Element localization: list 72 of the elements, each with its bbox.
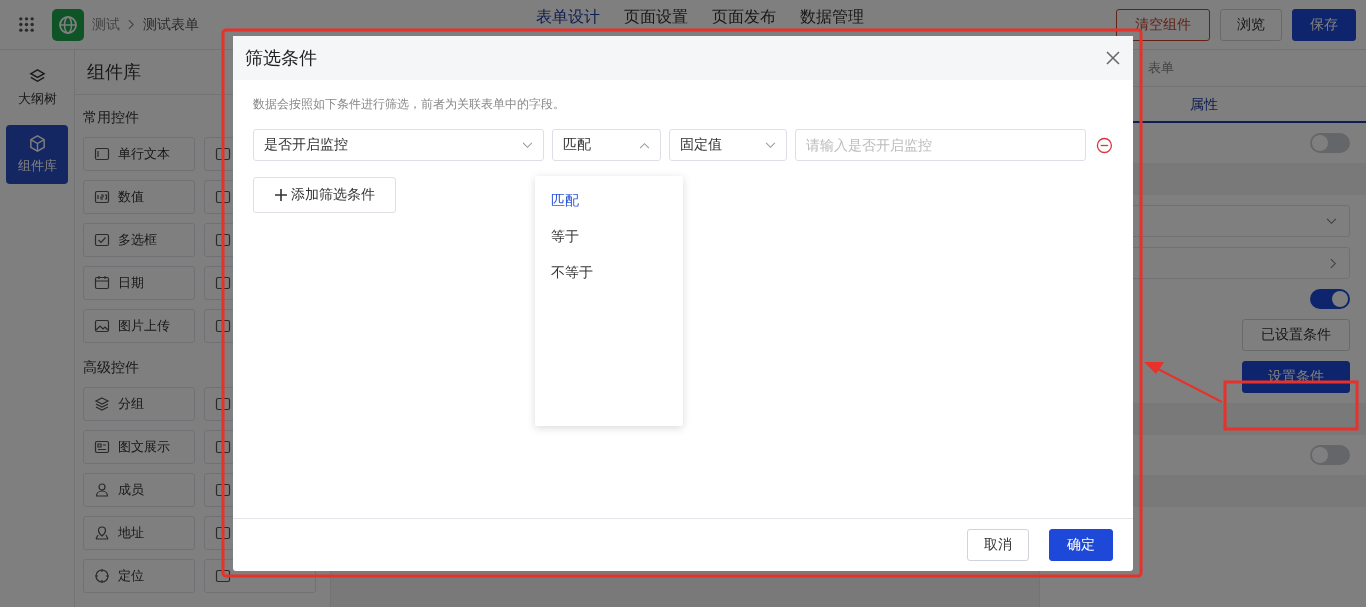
component-icon xyxy=(215,568,231,584)
component-item[interactable]: 分组 xyxy=(83,387,195,421)
nav-tab[interactable]: 数据管理 xyxy=(800,8,864,26)
component-icon xyxy=(215,439,231,455)
breadcrumb-item[interactable]: 测试 xyxy=(92,15,120,34)
nav-tab[interactable]: 页面发布 xyxy=(712,8,776,26)
group-title: 高级控件 xyxy=(83,359,140,377)
component-item[interactable]: 图片上传 xyxy=(83,309,195,343)
group-title: 常用控件 xyxy=(83,109,140,127)
card-icon xyxy=(94,439,110,455)
field-select[interactable]: 是否开启监控 xyxy=(253,129,544,161)
component-icon xyxy=(215,275,231,291)
component-icon xyxy=(215,189,231,205)
component-icon xyxy=(215,396,231,412)
dropdown-option[interactable]: 匹配 xyxy=(535,182,683,218)
save-button[interactable]: 保存 xyxy=(1292,8,1356,41)
component-item[interactable]: 图文展示 xyxy=(83,430,195,464)
target-icon xyxy=(94,568,110,584)
preview-button[interactable]: 浏览 xyxy=(1220,8,1282,41)
component-icon xyxy=(215,525,231,541)
image-icon xyxy=(94,318,110,334)
component-icon xyxy=(215,232,231,248)
cancel-button[interactable]: 取消 xyxy=(967,529,1029,561)
close-icon[interactable] xyxy=(1105,50,1121,66)
check-icon xyxy=(94,232,110,248)
chevron-down-icon xyxy=(765,141,777,149)
toggle-switch[interactable] xyxy=(1310,133,1350,153)
date-icon xyxy=(94,275,110,291)
layers-icon xyxy=(94,396,110,412)
component-item[interactable]: 定位 xyxy=(83,559,195,593)
input-icon xyxy=(94,146,110,162)
component-icon xyxy=(215,146,231,162)
component-icon xyxy=(215,318,231,334)
plus-icon xyxy=(274,189,287,201)
component-item[interactable]: 成员 xyxy=(83,473,195,507)
user-icon xyxy=(94,482,110,498)
operator-select[interactable]: 匹配 xyxy=(551,129,661,161)
component-item[interactable]: 数值 xyxy=(83,180,195,214)
chevron-up-icon xyxy=(638,141,650,149)
dropdown-option[interactable]: 等于 xyxy=(535,218,683,254)
toggle-switch[interactable] xyxy=(1310,289,1350,309)
component-item[interactable]: 单行文本 xyxy=(83,137,195,171)
dialog-title: 筛选条件 xyxy=(245,47,317,70)
toggle-switch[interactable] xyxy=(1310,445,1350,465)
chevron-down-icon xyxy=(521,141,533,149)
component-item[interactable]: 多选框 xyxy=(83,223,195,257)
confirm-button[interactable]: 确定 xyxy=(1049,529,1113,561)
rail-tab[interactable]: 大纲树 xyxy=(6,58,68,117)
remove-icon[interactable] xyxy=(1096,136,1113,154)
component-item[interactable]: 日期 xyxy=(83,266,195,300)
chevron-down-icon xyxy=(1326,217,1337,225)
num-icon xyxy=(94,189,110,205)
nav-tab[interactable]: 表单设计 xyxy=(536,8,600,26)
cube-icon xyxy=(27,134,47,153)
breadcrumb-item[interactable]: 测试表单 xyxy=(143,15,199,34)
dropdown-option[interactable]: 不等于 xyxy=(535,254,683,290)
properties-tab[interactable]: 属性 xyxy=(1134,87,1274,121)
nav-tab[interactable]: 页面设置 xyxy=(624,8,688,26)
value-input[interactable]: 请输入是否开启监控 xyxy=(795,129,1087,161)
add-condition-button[interactable]: 添加筛选条件 xyxy=(253,177,396,213)
pin-icon xyxy=(94,525,110,541)
description-text: 数据会按照如下条件进行筛选，前者为关联表单中的字段。 xyxy=(253,96,566,113)
conditions-set-button[interactable]: 已设置条件 xyxy=(1242,319,1350,351)
value-type-select[interactable]: 固定值 xyxy=(668,129,788,161)
component-icon xyxy=(215,482,231,498)
chevron-right-icon xyxy=(128,19,135,30)
apps-grid-icon[interactable] xyxy=(18,16,35,33)
component-item[interactable]: 地址 xyxy=(83,516,195,550)
chevron-right-icon xyxy=(1330,257,1337,269)
globe-logo-icon xyxy=(52,8,84,41)
rail-tab[interactable]: 组件库 xyxy=(6,125,68,184)
clear-button[interactable]: 清空组件 xyxy=(1116,8,1210,41)
